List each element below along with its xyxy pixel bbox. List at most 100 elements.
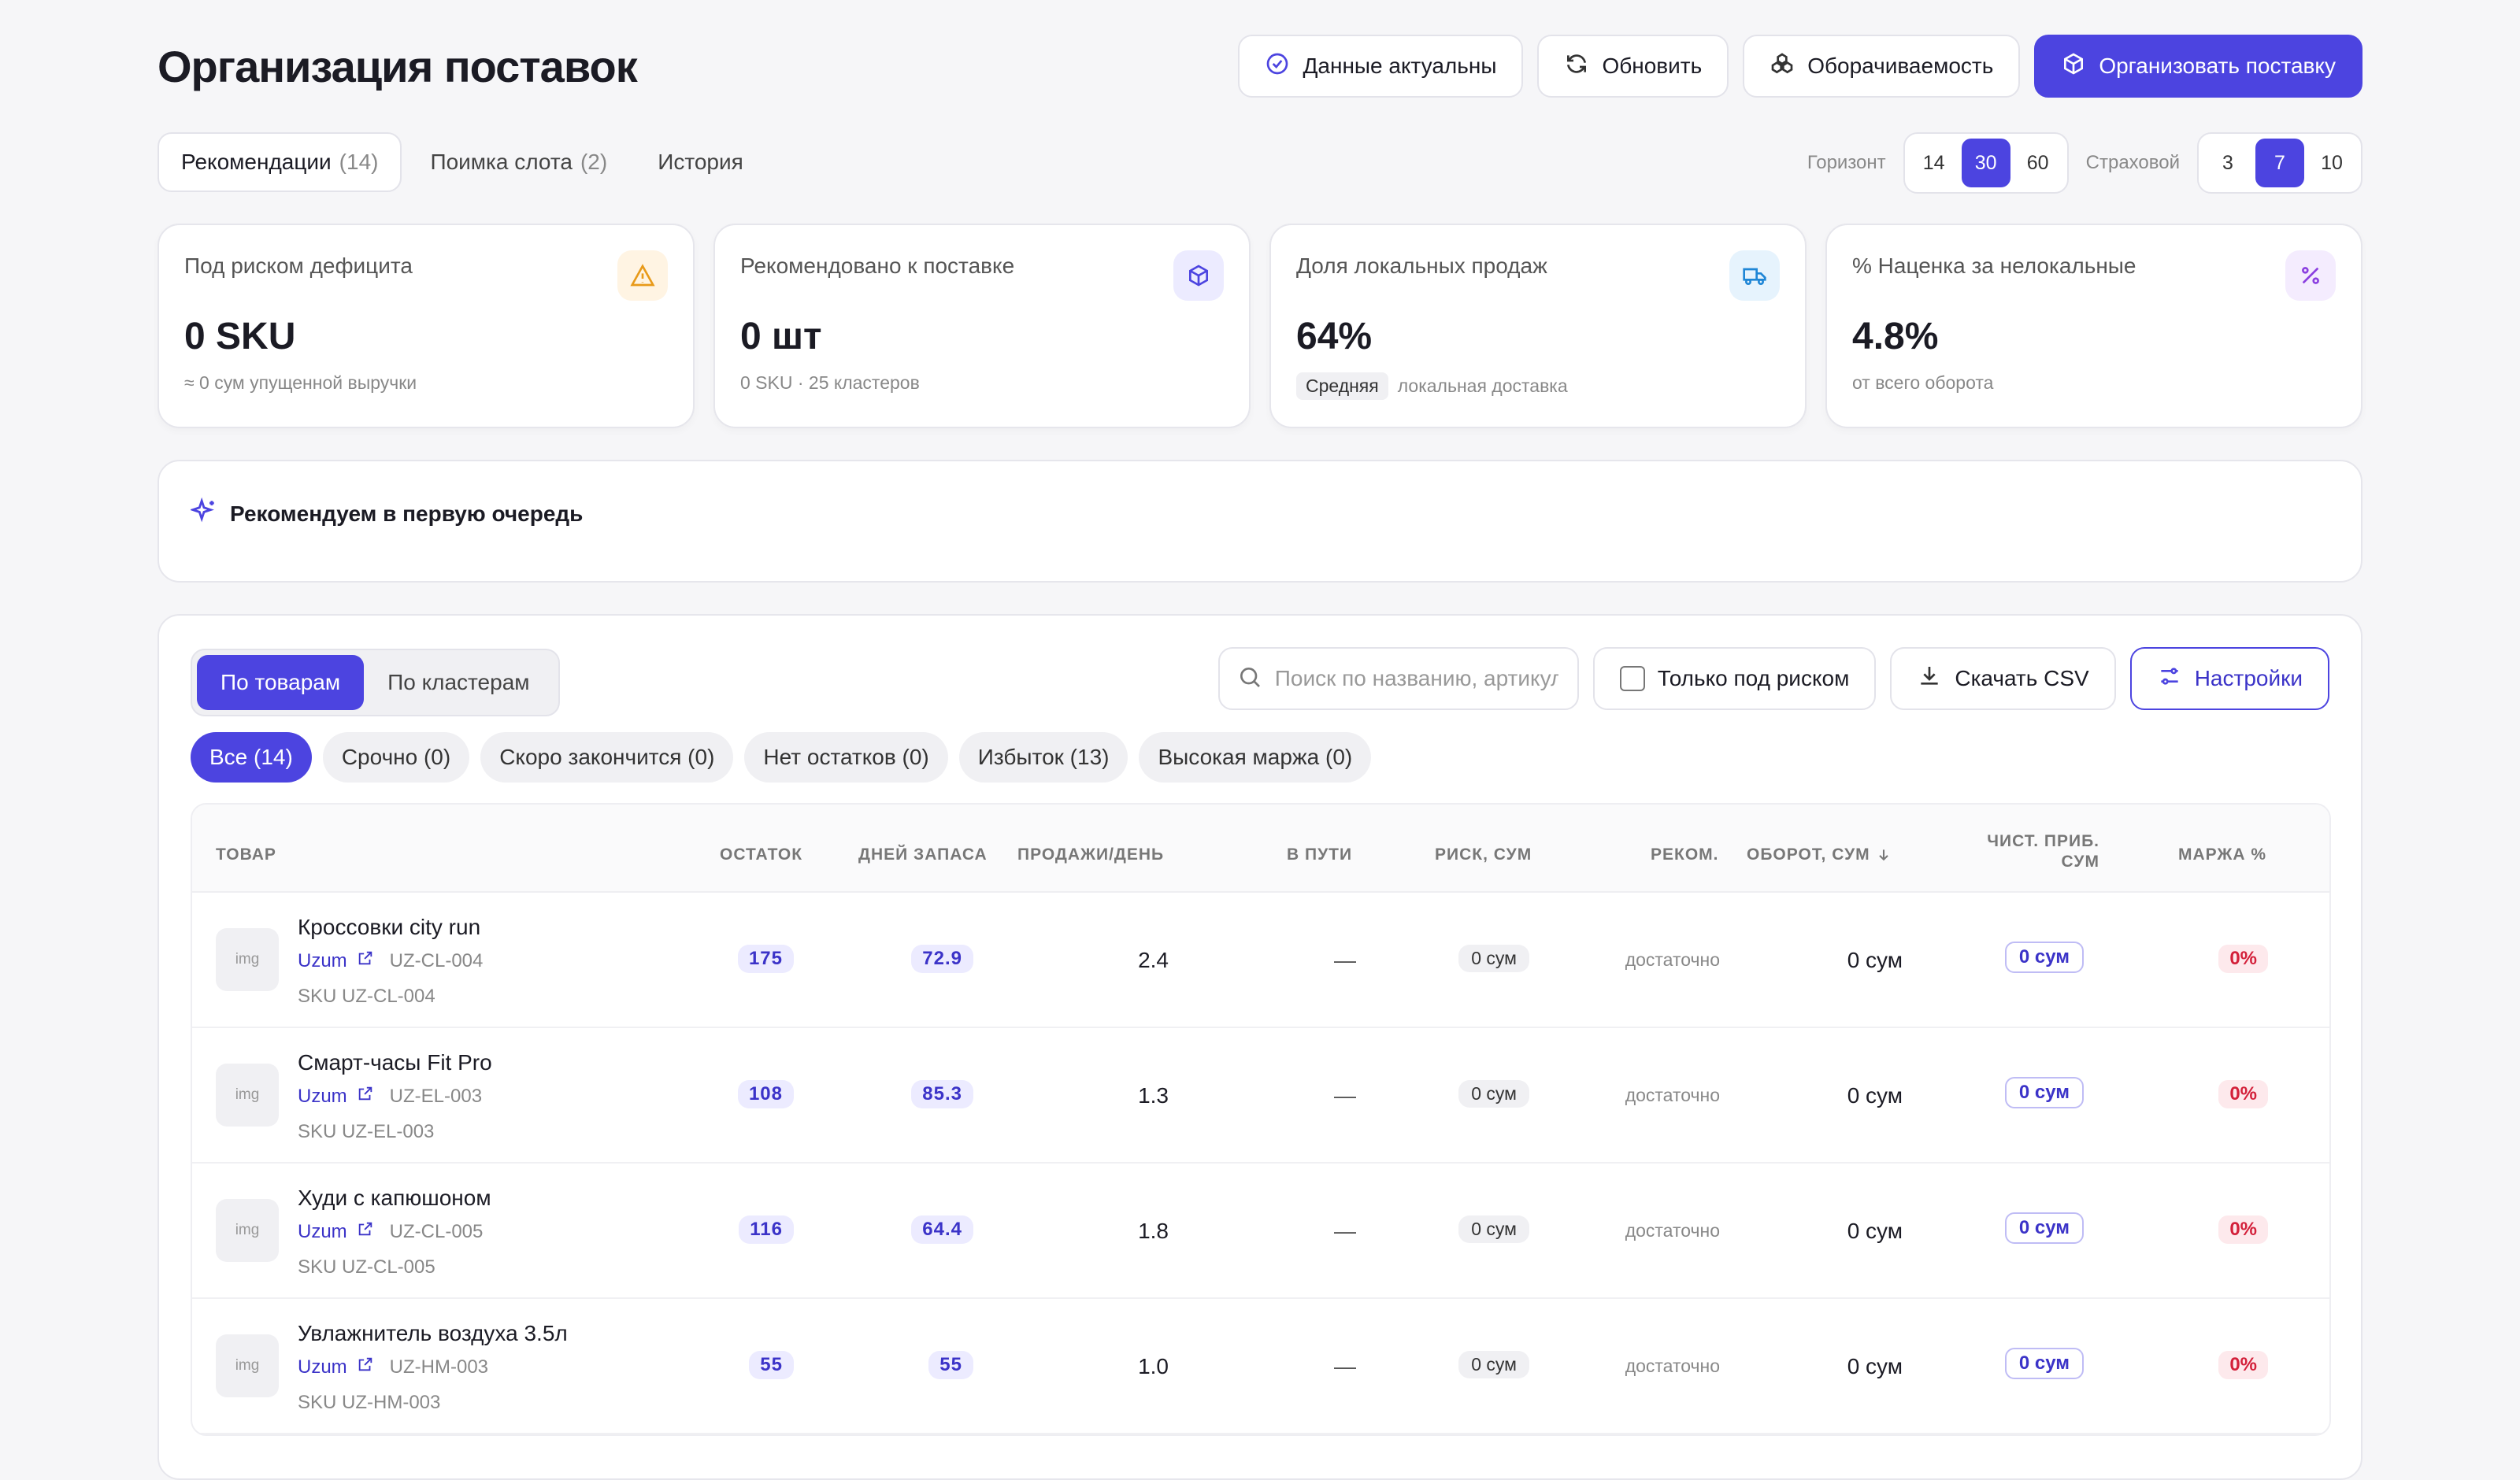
tab-recommendations[interactable]: Рекомендации (14) <box>158 132 402 192</box>
view-by-products[interactable]: По товарам <box>197 655 365 710</box>
product-name[interactable]: Смарт-часы Fit Pro <box>298 1050 492 1075</box>
card-label: Доля локальных продаж <box>1296 253 1547 278</box>
filter-chip-out-of-stock[interactable]: Нет остатков (0) <box>744 732 948 783</box>
horizon-option-60[interactable]: 60 <box>2014 139 2062 187</box>
data-status-button[interactable]: Данные актуальны <box>1238 35 1524 98</box>
external-link-icon[interactable] <box>357 1220 374 1243</box>
tab-label: Рекомендации <box>181 150 332 174</box>
horizon-option-14[interactable]: 14 <box>1910 139 1959 187</box>
tab-count: (14) <box>339 150 379 174</box>
product-name[interactable]: Худи с капюшоном <box>298 1186 491 1211</box>
card-value: 4.8% <box>1852 316 1939 357</box>
recom-value: достаточно <box>1625 949 1720 970</box>
settings-button[interactable]: Настройки <box>2129 647 2329 710</box>
safety-option-7[interactable]: 7 <box>2255 139 2304 187</box>
column-transit[interactable]: В ПУТИ <box>1287 845 1352 864</box>
table-row[interactable]: img Увлажнитель воздуха 3.5л Uzum UZ-HM-… <box>192 1299 2329 1434</box>
column-recom[interactable]: РЕКОМ. <box>1651 845 1719 864</box>
table-row[interactable]: img Худи с капюшоном Uzum UZ-CL-005 SKU … <box>192 1164 2329 1299</box>
card-value: 64% <box>1296 316 1373 357</box>
card-sub: от всего оборота <box>1852 372 1994 393</box>
marketplace-link[interactable]: Uzum <box>298 1356 347 1378</box>
product-code: UZ-CL-005 <box>389 1220 484 1242</box>
card-value: 0 шт <box>740 316 822 357</box>
filter-chip-excess[interactable]: Избыток (13) <box>958 732 1128 783</box>
card-label: % Наценка за нелокальные <box>1852 253 2136 278</box>
recom-value: достаточно <box>1625 1085 1720 1105</box>
column-net-profit[interactable]: ЧИСТ. ПРИБ. СУМ <box>1973 831 2099 872</box>
column-days[interactable]: ДНЕЙ ЗАПАСА <box>858 845 988 864</box>
view-by-clusters[interactable]: По кластерам <box>364 655 553 710</box>
organize-supply-button[interactable]: Организовать поставку <box>2034 35 2362 98</box>
product-name[interactable]: Кроссовки city run <box>298 915 480 940</box>
safety-option-10[interactable]: 10 <box>2307 139 2356 187</box>
column-sales[interactable]: ПРОДАЖИ/ДЕНЬ <box>1017 845 1164 864</box>
column-margin[interactable]: МАРЖА % <box>2178 845 2266 864</box>
filter-chip-high-margin[interactable]: Высокая маржа (0) <box>1139 732 1372 783</box>
tab-label: Поимка слота <box>430 150 573 174</box>
external-link-icon[interactable] <box>357 1356 374 1378</box>
column-product[interactable]: ТОВАР <box>216 845 276 864</box>
column-risk[interactable]: РИСК, СУМ <box>1435 845 1532 864</box>
local-share-badge: Средняя <box>1296 372 1388 400</box>
turnover-value: 0 сум <box>1847 1354 1903 1378</box>
marketplace-link[interactable]: Uzum <box>298 1221 347 1243</box>
sales-value: 1.3 <box>1138 1083 1169 1108</box>
safety-option-3[interactable]: 3 <box>2203 139 2252 187</box>
turnover-value: 0 сум <box>1847 1083 1903 1108</box>
column-turnover[interactable]: ОБОРОТ, СУМ <box>1747 845 1892 864</box>
external-link-icon[interactable] <box>357 1085 374 1108</box>
turnover-button[interactable]: Оборачиваемость <box>1743 35 2021 98</box>
card-label: Под риском дефицита <box>184 253 413 278</box>
boxes-icon <box>1770 51 1795 82</box>
sparkles-icon <box>189 497 217 530</box>
sales-value: 1.8 <box>1138 1219 1169 1243</box>
column-net-profit-line2: СУМ <box>2061 853 2099 871</box>
page-header: Организация поставок Данные актуальны Об… <box>158 35 2362 101</box>
table-row[interactable]: img Кроссовки city run Uzum UZ-CL-004 SK… <box>192 893 2329 1028</box>
tab-slot-catch[interactable]: Поимка слота (2) <box>408 132 629 192</box>
package-icon <box>2061 51 2086 82</box>
risk-badge: 0 сум <box>1458 1080 1529 1108</box>
tab-history[interactable]: История <box>636 132 765 192</box>
risk-badge: 0 сум <box>1458 945 1529 972</box>
card-sub: ≈ 0 сум упущенной выручки <box>184 372 417 393</box>
stock-badge: 55 <box>749 1351 794 1379</box>
safety-label: Страховой <box>2085 152 2180 173</box>
transit-value: — <box>1334 1354 1356 1378</box>
safety-selector: 3 7 10 <box>2197 132 2362 194</box>
days-badge: 64.4 <box>911 1215 973 1244</box>
external-link-icon[interactable] <box>357 949 374 972</box>
filter-chip-all[interactable]: Все (14) <box>191 732 312 783</box>
margin-badge: 0% <box>2218 945 2268 973</box>
margin-badge: 0% <box>2218 1215 2268 1244</box>
stock-badge: 175 <box>737 945 794 973</box>
filter-chip-running-out[interactable]: Скоро закончится (0) <box>480 732 734 783</box>
transit-value: — <box>1334 1219 1356 1243</box>
marketplace-link[interactable]: Uzum <box>298 950 347 972</box>
recom-value: достаточно <box>1625 1356 1720 1376</box>
refresh-icon <box>1564 51 1589 82</box>
risk-only-toggle[interactable]: Только под риском <box>1592 647 1877 710</box>
margin-badge: 0% <box>2218 1080 2268 1108</box>
download-icon <box>1917 664 1942 694</box>
horizon-option-30[interactable]: 30 <box>1961 139 2010 187</box>
risk-only-checkbox[interactable] <box>1619 666 1645 691</box>
stock-badge: 116 <box>739 1215 794 1244</box>
filter-chip-urgent[interactable]: Срочно (0) <box>322 732 470 783</box>
download-csv-button[interactable]: Скачать CSV <box>1890 647 2116 710</box>
marketplace-link[interactable]: Uzum <box>298 1086 347 1108</box>
table-row[interactable]: img Смарт-часы Fit Pro Uzum UZ-EL-003 SK… <box>192 1028 2329 1164</box>
products-panel: По товарам По кластерам Только под риско… <box>158 614 2362 1480</box>
products-table: ТОВАР ОСТАТОК ДНЕЙ ЗАПАСА ПРОДАЖИ/ДЕНЬ В… <box>191 803 2331 1436</box>
search-input[interactable] <box>1274 666 1558 691</box>
product-name[interactable]: Увлажнитель воздуха 3.5л <box>298 1321 568 1346</box>
stat-card-markup: % Наценка за нелокальные 4.8% от всего о… <box>1825 224 2362 428</box>
refresh-button[interactable]: Обновить <box>1537 35 1729 98</box>
stock-badge: 108 <box>737 1080 794 1108</box>
transit-value: — <box>1334 1083 1356 1108</box>
recom-value: достаточно <box>1625 1220 1720 1241</box>
product-image: img <box>216 1334 279 1397</box>
column-stock[interactable]: ОСТАТОК <box>720 845 802 864</box>
organize-supply-label: Организовать поставку <box>2099 54 2336 78</box>
